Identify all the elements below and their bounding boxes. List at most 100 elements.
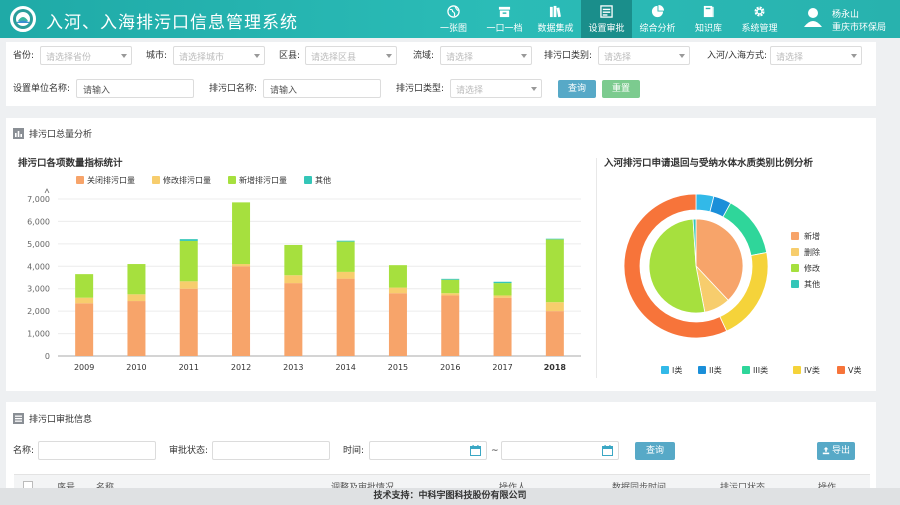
bar-segment [336, 271, 355, 279]
chevron-down-icon [851, 54, 857, 58]
outlet-name-label: 排污口名称: [209, 84, 258, 94]
approval-name-label: 名称: [13, 446, 35, 456]
bar-segment [75, 303, 94, 356]
city-select[interactable]: 请选择城市 [173, 46, 265, 65]
query-button[interactable]: 查询 [558, 80, 596, 98]
legend-label: 新增 [804, 231, 820, 241]
outlet-category-select[interactable]: 请选择 [598, 46, 690, 65]
outlet-name-input[interactable]: 请输入 [263, 79, 381, 98]
bar-segment [232, 264, 251, 267]
nav-label: 数据集成 [537, 23, 574, 34]
bar-segment [127, 264, 146, 295]
y-tick-label: 0 [45, 352, 50, 361]
calendar-icon [470, 445, 481, 456]
range-separator: ~ [491, 446, 499, 456]
legend-label: IV类 [804, 365, 820, 375]
bar-segment [127, 301, 146, 356]
export-button[interactable]: 导出 [817, 442, 855, 460]
legend-swatch [837, 366, 845, 374]
bar-segment [441, 295, 460, 356]
approval-table-header: 序号 名称 调整及审批情况 操作人 数据同步时间 排污口状态 操作 [14, 474, 870, 489]
nav-item-data-integration[interactable]: 数据集成 [530, 0, 581, 38]
chevron-down-icon [254, 54, 260, 58]
legend-label: II类 [709, 365, 722, 375]
chart-divider [596, 158, 597, 378]
end-date-input[interactable] [501, 441, 619, 460]
legend-label: 修改 [804, 263, 820, 273]
nav-item-system[interactable]: 系统管理 [734, 0, 785, 38]
approval-name-input[interactable] [38, 441, 156, 460]
main-nav: 一张图 一口一档 数据集成 设置审批 综合分析 知识库 系统管理 [428, 0, 785, 38]
nav-item-map[interactable]: 一张图 [428, 0, 479, 38]
province-label: 省份: [13, 51, 35, 61]
chevron-down-icon [386, 54, 392, 58]
app-title: 入河、入海排污口信息管理系统 [46, 13, 298, 33]
bar-chart-title: 排污口各项数量指标统计 [18, 158, 123, 169]
y-tick-label: 1,000 [27, 330, 50, 339]
approval-section-title: 排污口审批信息 [13, 412, 92, 425]
city-label: 城市: [146, 51, 168, 61]
nav-item-approval[interactable]: 设置审批 [581, 0, 632, 38]
calendar-icon [602, 445, 613, 456]
y-tick-label: 6,000 [27, 217, 50, 226]
start-date-input[interactable] [369, 441, 487, 460]
bar-segment [179, 288, 198, 356]
user-info[interactable]: 杨永山 重庆市环保局 [800, 3, 900, 35]
gear-icon [753, 5, 767, 18]
bar-segment [75, 274, 94, 298]
legend-label: 关闭排污口量 [87, 175, 135, 185]
nav-item-archive[interactable]: 一口一档 [479, 0, 530, 38]
list-icon [13, 413, 24, 424]
donut-chart-title: 入河排污口申请退回与受纳水体水质类别比例分析 [604, 158, 814, 169]
form-icon [600, 4, 614, 18]
y-tick-label: 3,000 [27, 285, 50, 294]
nav-item-knowledge[interactable]: 知识库 [683, 0, 734, 38]
bar-segment [441, 278, 460, 280]
bar-segment [75, 297, 94, 304]
x-tick-label: 2015 [388, 363, 408, 372]
x-tick-label: 2018 [544, 363, 567, 372]
unit-name-input[interactable]: 请输入 [76, 79, 194, 98]
outlet-type-select[interactable]: 请选择 [450, 79, 542, 98]
x-tick-label: 2011 [179, 363, 199, 372]
outlet-category-label: 排污口类别: [544, 51, 593, 61]
basin-select[interactable]: 请选择 [440, 46, 532, 65]
county-select[interactable]: 请选择区县 [305, 46, 397, 65]
bar-chart: 关闭排污口量 修改排污口量 新增排污口量 其他 0 1,000 2,000 3,000 4,00… [27, 175, 581, 372]
bar-segment [545, 239, 564, 303]
legend-label: I类 [672, 365, 682, 375]
app-header: 入河、入海排污口信息管理系统 一张图 一口一档 数据集成 设置审批 综合分析 知… [0, 0, 900, 38]
legend-label: 其他 [315, 175, 331, 185]
bar-segment [284, 244, 303, 276]
bar-segment [493, 295, 512, 298]
bar-segment [284, 275, 303, 284]
x-tick-label: 2013 [283, 363, 303, 372]
book-icon [702, 5, 716, 18]
reset-button[interactable]: 重置 [602, 80, 640, 98]
avatar [802, 6, 824, 28]
bar-segment [284, 283, 303, 356]
x-tick-label: 2010 [126, 363, 146, 372]
legend-swatch [791, 264, 799, 272]
chevron-down-icon [679, 54, 685, 58]
bar-segment [232, 266, 251, 356]
legend-swatch [76, 176, 84, 184]
province-select[interactable]: 请选择省份 [40, 46, 132, 65]
bar-segment [545, 302, 564, 312]
axis-arrow [44, 188, 50, 194]
y-tick-label: 7,000 [27, 195, 50, 204]
approval-status-input[interactable] [212, 441, 330, 460]
nav-label: 系统管理 [741, 23, 778, 34]
nav-item-analysis[interactable]: 综合分析 [632, 0, 683, 38]
basin-label: 流域: [413, 51, 435, 61]
x-tick-label: 2009 [74, 363, 94, 372]
analysis-section-title: 排污口总量分析 [13, 127, 92, 140]
approval-query-button[interactable]: 查询 [635, 442, 675, 460]
entry-mode-select[interactable]: 请选择 [770, 46, 862, 65]
legend-label: III类 [753, 365, 768, 375]
bar-segment [441, 279, 460, 294]
bar-segment [545, 238, 564, 240]
bar-segment [336, 278, 355, 356]
nav-label: 综合分析 [639, 23, 676, 34]
bar-segment [493, 281, 512, 284]
